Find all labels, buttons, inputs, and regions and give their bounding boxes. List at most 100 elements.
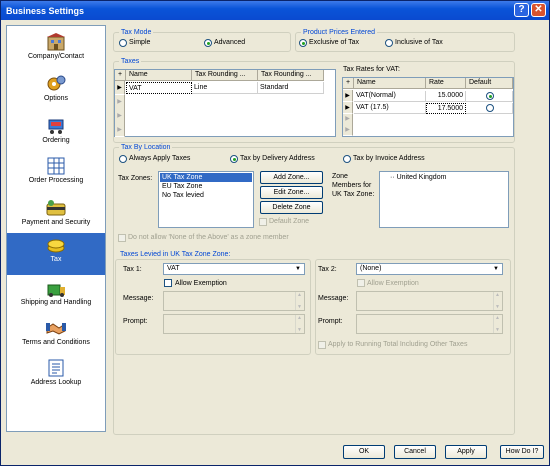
sidebar-item[interactable]: Options (7, 72, 105, 114)
default-rate-radio[interactable] (486, 104, 494, 112)
title-bar: Business Settings ? ✕ (1, 1, 549, 20)
row-pointer-icon: ▶ (343, 90, 353, 102)
tax-rates-label: Tax Rates for VAT: (343, 66, 400, 73)
close-button[interactable]: ✕ (531, 3, 546, 17)
no-none-checkbox[interactable] (118, 234, 126, 242)
settings-sidebar: Company/Contact Options Ordering Order Proc… (6, 25, 106, 432)
default-zone-checkbox[interactable] (259, 218, 267, 226)
prompt-textarea[interactable] (163, 314, 305, 334)
sidebar-item-label: Address Lookup (30, 379, 82, 386)
default-rate-radio[interactable] (486, 92, 494, 100)
taxes-col-rounding-2[interactable]: Tax Rounding ... (258, 70, 324, 81)
sidebar-item[interactable]: Payment and Security (7, 196, 105, 238)
list-item[interactable]: EU Tax Zone (160, 182, 252, 191)
zone-members-list[interactable]: ·· United Kingdom (379, 171, 509, 228)
add-zone-button[interactable]: Add Zone... (260, 171, 323, 184)
list-item[interactable]: No Tax levied (160, 191, 252, 200)
gears-icon (46, 75, 66, 93)
table-cell[interactable]: 17.5000 (426, 103, 466, 114)
scrollbar[interactable] (493, 292, 502, 310)
table-cell[interactable]: VAT (17.5) (354, 103, 426, 114)
sidebar-item[interactable]: Address Lookup (7, 356, 105, 398)
apply-button[interactable]: Apply (445, 445, 487, 459)
advanced-radio[interactable] (204, 39, 212, 47)
table-cell[interactable]: Line (192, 82, 258, 94)
message-2-textarea[interactable] (356, 291, 503, 311)
allow-exemption-label: Allow Exemption (175, 280, 227, 287)
sidebar-item-label: Payment and Security (21, 219, 91, 226)
message-textarea[interactable] (163, 291, 305, 311)
tax2-value: (None) (360, 265, 382, 272)
exclusive-radio[interactable] (299, 39, 307, 47)
default-zone-label: Default Zone (269, 218, 310, 225)
table-cell[interactable]: VAT (126, 82, 192, 94)
sidebar-item[interactable]: Company/Contact (7, 30, 105, 72)
chevron-down-icon: ▼ (295, 266, 301, 272)
list-item[interactable]: ·· United Kingdom (388, 173, 446, 182)
cancel-button[interactable]: Cancel (394, 445, 436, 459)
invoice-address-radio[interactable] (343, 155, 351, 163)
message-2-label: Message: (318, 295, 349, 302)
always-apply-label: Always Apply Taxes (129, 155, 191, 162)
member-name: United Kingdom (396, 174, 447, 181)
row-pointer-icon: ▶ (343, 102, 353, 114)
scrollbar[interactable] (295, 292, 304, 310)
sidebar-item[interactable]: Shipping and Handling (7, 276, 105, 318)
zone-members-label: Zone Members for UK Tax Zone: (332, 173, 375, 198)
simple-radio[interactable] (119, 39, 127, 47)
credit-card-icon (46, 199, 66, 217)
taxes-col-name[interactable]: Name (126, 70, 192, 81)
row-header-icon: ▶ ▶ ▶ (115, 95, 125, 137)
scrollbar[interactable] (493, 315, 502, 333)
simple-label: Simple (129, 39, 151, 46)
ok-button[interactable]: OK (343, 445, 385, 459)
grid-add-icon[interactable]: + (343, 78, 354, 89)
advanced-label: Advanced (214, 39, 246, 46)
business-settings-window: Business Settings ? ✕ Company/Contact Opt… (0, 0, 550, 466)
apply-running-label: Apply to Running Total Including Other T… (328, 341, 468, 348)
sidebar-item-label: Company/Contact (27, 53, 85, 60)
how-do-i-button[interactable]: How Do I? (500, 445, 544, 459)
tax1-select[interactable]: VAT ▼ (163, 263, 305, 275)
prompt-2-textarea[interactable] (356, 314, 503, 334)
rates-col-default[interactable]: Default (466, 78, 513, 89)
no-none-label: Do not allow 'None of the Above' as a zo… (128, 234, 289, 241)
allow-exemption-2-label: Allow Exemption (367, 280, 419, 287)
allow-exemption-checkbox[interactable] (164, 279, 172, 287)
tax-zones-label: Tax Zones: (118, 175, 153, 182)
list-item[interactable]: UK Tax Zone (160, 173, 252, 182)
shipping-box-icon (46, 279, 66, 297)
tax-mode-label: Tax Mode (119, 28, 154, 37)
rates-col-name[interactable]: Name (354, 78, 426, 89)
sidebar-item-label: Order Processing (28, 177, 84, 184)
taxes-col-rounding-1[interactable]: Tax Rounding ... (192, 70, 258, 81)
default-radio-cell (466, 103, 513, 114)
tax-rates-grid[interactable]: + Name Rate Default ▶ VAT(Normal) 15.000… (342, 77, 514, 137)
tax-zones-list[interactable]: UK Tax Zone EU Tax Zone No Tax levied (158, 171, 254, 228)
apply-running-checkbox[interactable] (318, 341, 326, 349)
delivery-address-radio[interactable] (230, 155, 238, 163)
window-title: Business Settings (6, 5, 85, 16)
delete-zone-button[interactable]: Delete Zone (260, 201, 323, 214)
edit-zone-button[interactable]: Edit Zone... (260, 186, 323, 199)
allow-exemption-2-checkbox[interactable] (357, 279, 365, 287)
tax2-select[interactable]: (None) ▼ (356, 263, 503, 275)
table-cell[interactable]: VAT(Normal) (354, 91, 426, 102)
help-button[interactable]: ? (514, 3, 529, 17)
rates-col-rate[interactable]: Rate (426, 78, 466, 89)
prompt-2-label: Prompt: (318, 318, 343, 325)
grid-add-icon[interactable]: + (115, 70, 126, 81)
inclusive-radio[interactable] (385, 39, 393, 47)
sidebar-item[interactable]: Ordering (7, 114, 105, 156)
sidebar-item[interactable]: Order Processing (7, 154, 105, 196)
prompt-label: Prompt: (123, 318, 148, 325)
taxes-grid[interactable]: + Name Tax Rounding ... Tax Rounding ...… (114, 69, 336, 137)
sidebar-item[interactable]: Terms and Conditions (7, 316, 105, 358)
sidebar-item[interactable]: Tax (7, 233, 105, 275)
table-cell[interactable]: Standard (258, 82, 324, 94)
taxes-levied-label: Taxes Levied in UK Tax Zone Zone: (118, 250, 233, 259)
always-apply-radio[interactable] (119, 155, 127, 163)
scrollbar[interactable] (295, 315, 304, 333)
table-cell[interactable]: 15.0000 (426, 91, 466, 102)
exclusive-label: Exclusive of Tax (309, 39, 360, 46)
